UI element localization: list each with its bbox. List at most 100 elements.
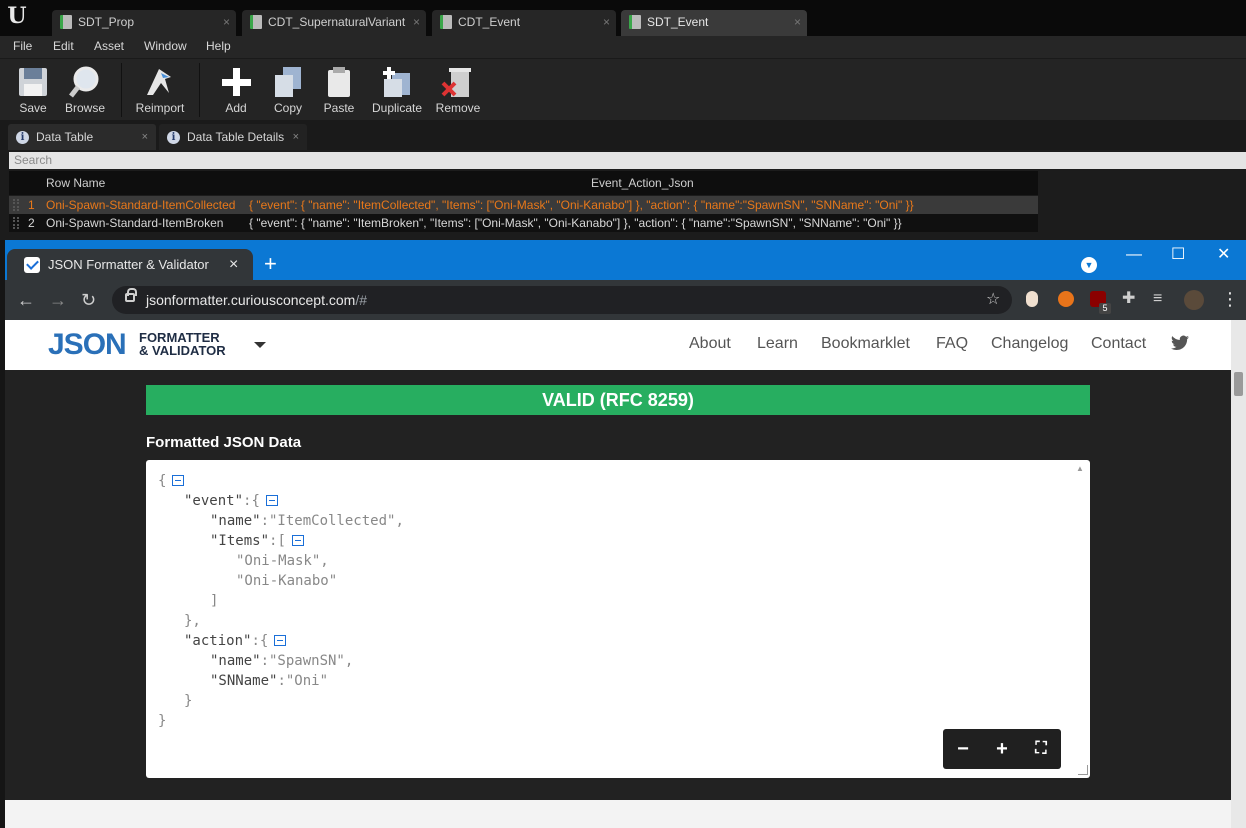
doc-tab-cdt-supernaturalvariant[interactable]: CDT_SupernaturalVariant × — [242, 10, 426, 36]
json-line: }, — [158, 611, 404, 631]
reimport-button[interactable]: Reimport — [132, 61, 188, 119]
nav-faq[interactable]: FAQ — [936, 334, 968, 354]
media-icon[interactable]: ≡ — [1153, 289, 1162, 309]
browse-button[interactable]: Browse — [60, 61, 110, 119]
close-icon[interactable]: × — [794, 10, 801, 34]
close-icon[interactable]: × — [229, 255, 238, 275]
resize-handle-icon[interactable] — [1078, 765, 1088, 775]
json-value: :"ItemCollected", — [260, 513, 404, 529]
json-value: "Oni-Mask", — [236, 553, 329, 569]
nav-bookmarklet[interactable]: Bookmarklet — [821, 334, 910, 354]
reimport-icon — [147, 69, 171, 95]
twitter-icon[interactable] — [1171, 335, 1189, 351]
menu-window[interactable]: Window — [144, 36, 187, 58]
close-icon[interactable]: × — [413, 10, 420, 34]
doc-tab-label: SDT_Event — [647, 15, 709, 29]
nav-about[interactable]: About — [689, 334, 731, 354]
back-button[interactable]: ← — [17, 289, 35, 311]
column-header-event-action-json[interactable]: Event_Action_Json — [591, 171, 694, 195]
info-icon: i — [16, 131, 29, 144]
duplicate-button[interactable]: Duplicate — [369, 61, 425, 119]
zoom-in-button[interactable]: + — [990, 738, 1014, 762]
unreal-logo-icon[interactable]: U — [4, 3, 30, 29]
toolbar-label: Duplicate — [371, 101, 423, 115]
json-key: "name" — [210, 653, 261, 669]
json-value: }, — [184, 613, 201, 629]
chevron-down-icon[interactable] — [254, 342, 266, 348]
site-logo[interactable]: JSON — [48, 328, 127, 362]
nav-learn[interactable]: Learn — [757, 334, 798, 354]
drag-handle-icon[interactable] — [13, 217, 19, 229]
search-input[interactable]: Search — [9, 152, 1246, 169]
info-icon: i — [167, 131, 180, 144]
fullscreen-button[interactable]: ⛶ — [1029, 738, 1053, 762]
json-line: "SNName":"Oni" — [158, 671, 404, 691]
table-row[interactable]: 1 Oni-Spawn-Standard-ItemCollected { "ev… — [9, 196, 1038, 214]
toolbar-label: Browse — [64, 101, 105, 115]
collapse-icon[interactable] — [291, 534, 304, 546]
bookmark-star-icon[interactable]: ☆ — [986, 290, 1000, 310]
minimize-button[interactable]: — — [1126, 245, 1142, 265]
drag-handle-icon[interactable] — [13, 199, 19, 211]
forward-button[interactable]: → — [49, 289, 67, 311]
zoom-out-button[interactable]: − — [951, 738, 975, 762]
json-value: :[ — [269, 533, 286, 549]
tab-search-icon[interactable]: ▼ — [1081, 257, 1097, 273]
tab-data-table[interactable]: i Data Table × — [8, 124, 156, 150]
extension-icon[interactable] — [1026, 291, 1038, 307]
close-icon[interactable]: × — [293, 124, 299, 150]
close-icon[interactable]: × — [223, 10, 230, 34]
url-text[interactable]: jsonformatter.curiousconcept.com/# — [146, 292, 367, 308]
page-scrollbar-thumb[interactable] — [1234, 372, 1243, 396]
maximize-button[interactable]: ☐ — [1171, 245, 1185, 265]
extension-icon[interactable] — [1058, 291, 1074, 307]
save-button[interactable]: Save — [10, 61, 56, 119]
paste-button[interactable]: Paste — [317, 61, 361, 119]
table-row[interactable]: 2 Oni-Spawn-Standard-ItemBroken { "event… — [9, 214, 1038, 232]
column-header-row-name[interactable]: Row Name — [46, 171, 105, 195]
lock-icon[interactable] — [125, 288, 137, 302]
browser-tab-title: JSON Formatter & Validator — [48, 257, 209, 272]
menu-edit[interactable]: Edit — [53, 36, 74, 58]
collapse-icon[interactable] — [172, 474, 185, 486]
doc-tab-label: SDT_Prop — [78, 15, 135, 29]
json-value: :"Oni" — [277, 673, 329, 689]
json-key: "Items" — [210, 533, 270, 549]
nav-changelog[interactable]: Changelog — [991, 334, 1068, 354]
new-tab-button[interactable]: + — [264, 252, 277, 276]
page-scrollbar[interactable] — [1231, 320, 1246, 828]
json-code: {"event":{"name":"ItemCollected", "Items"… — [158, 471, 404, 731]
collapse-icon[interactable] — [274, 634, 287, 646]
copy-button[interactable]: Copy — [266, 61, 310, 119]
collapse-icon[interactable] — [265, 494, 278, 506]
menu-asset[interactable]: Asset — [94, 36, 124, 58]
doc-tab-sdt-event[interactable]: SDT_Event × — [621, 10, 807, 36]
close-icon[interactable]: × — [603, 10, 610, 34]
doc-tab-cdt-event[interactable]: CDT_Event × — [432, 10, 616, 36]
row-json: { "event": { "name": "ItemCollected", "I… — [249, 198, 914, 212]
add-button[interactable]: Add — [214, 61, 258, 119]
toolbar-label: Remove — [435, 101, 481, 115]
menu-file[interactable]: File — [13, 36, 32, 58]
toolbar: Save Browse Reimport Add Copy Paste Dupl… — [0, 58, 1246, 120]
nav-contact[interactable]: Contact — [1091, 334, 1146, 354]
browse-icon — [69, 66, 99, 98]
tab-data-table-details[interactable]: i Data Table Details × — [159, 124, 307, 150]
site-logo-line2: & VALIDATOR — [139, 343, 226, 358]
puzzle-icon[interactable]: ✚ — [1122, 289, 1135, 309]
menu-help[interactable]: Help — [206, 36, 231, 58]
avatar[interactable] — [1184, 290, 1204, 310]
close-icon[interactable]: × — [142, 124, 148, 150]
row-index: 2 — [28, 216, 35, 230]
reload-button[interactable]: ↻ — [81, 289, 96, 311]
json-value: { — [158, 473, 167, 489]
scroll-up-icon[interactable]: ▲ — [1076, 464, 1084, 473]
url-host: jsonformatter.curiousconcept.com — [146, 292, 356, 308]
json-value: ] — [210, 593, 219, 609]
close-window-button[interactable]: ✕ — [1217, 245, 1230, 265]
doc-tab-sdt-prop[interactable]: SDT_Prop × — [52, 10, 236, 36]
remove-button[interactable]: Remove — [433, 61, 483, 119]
toolbar-separator — [121, 63, 122, 117]
toolbar-label: Add — [225, 101, 247, 115]
chrome-menu-icon[interactable]: ⋮ — [1221, 289, 1239, 309]
